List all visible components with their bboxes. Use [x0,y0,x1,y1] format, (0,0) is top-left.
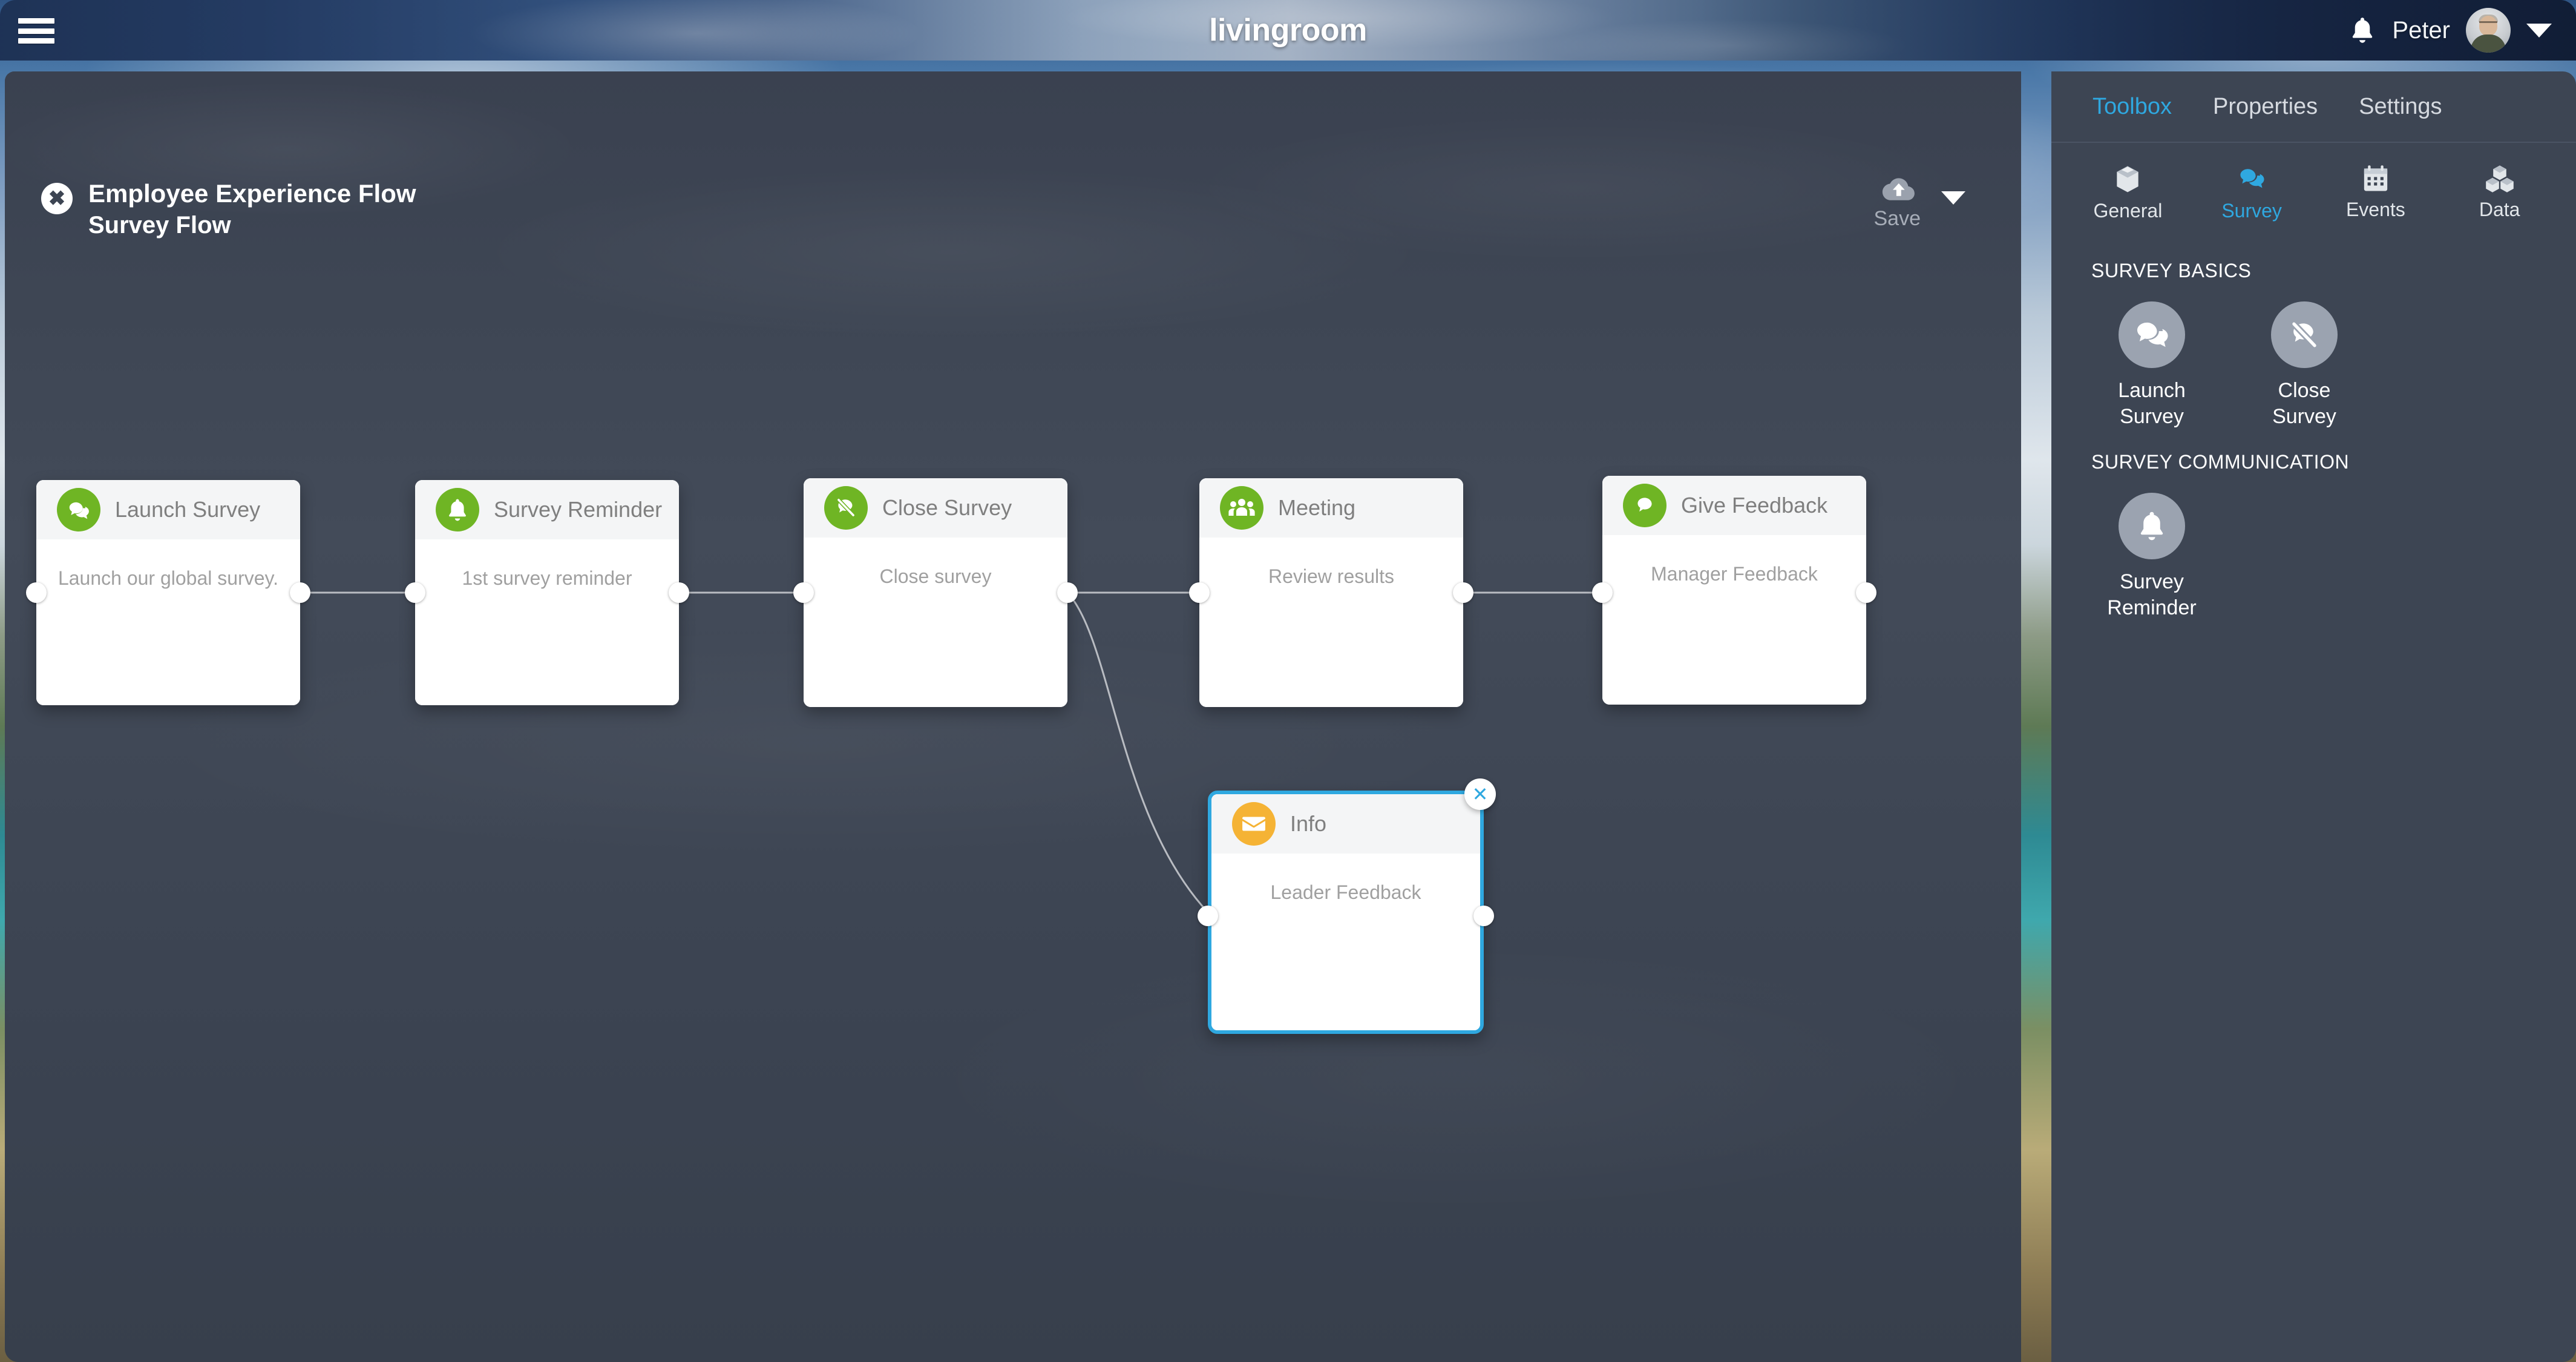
envelope-icon [1232,802,1276,846]
page-title: Employee Experience Flow [88,179,416,208]
subtab-label: Survey [2221,200,2282,222]
avatar[interactable] [2466,8,2511,53]
node-port-right[interactable] [1856,582,1876,603]
node-header: Give Feedback [1602,476,1866,535]
save-area: Save [1874,176,1965,231]
app-brand-title: livingroom [1209,13,1367,48]
node-header: Survey Reminder [415,480,679,539]
tool-label: Launch Survey [2118,379,2186,428]
tool-label: Close Survey [2272,379,2336,428]
bell-icon [2119,493,2185,559]
node-header: Launch Survey [36,480,300,539]
people-group-icon [1220,486,1263,530]
flow-node-info[interactable]: ✕ Info Leader Feedback [1198,778,1496,1034]
flow-node-close-survey[interactable]: Close Survey Close survey [793,478,1078,707]
node-port-right[interactable] [290,582,310,603]
node-header: Meeting [1199,478,1463,538]
bell-slash-icon [824,486,868,530]
tool-grid-survey-basics: Launch Survey Close Survey [2051,292,2576,429]
speech-bubbles-icon [2240,169,2264,188]
cloud-upload-icon [1883,178,1915,200]
save-label: Save [1873,207,1921,230]
speech-bubbles-icon [57,488,100,531]
flow-node-meeting[interactable]: Meeting Review results [1189,478,1473,707]
caret-down-icon[interactable] [1941,191,1965,205]
subtab-events[interactable]: Events [2315,165,2436,222]
section-title-survey-basics: SURVEY BASICS [2091,260,2252,281]
top-bar: livingroom Peter [0,0,2576,61]
page-subtitle: Survey Flow [88,212,231,239]
node-description: Close survey [879,565,992,587]
section-title-survey-communication: SURVEY COMMUNICATION [2091,451,2350,473]
close-icon[interactable]: ✕ [1464,778,1496,810]
tool-launch-survey[interactable]: Launch Survey [2091,301,2212,429]
subtab-data[interactable]: Data [2439,165,2560,222]
sidebar-subtabs: General Survey Events Data [2051,143,2576,238]
node-port-right[interactable] [1057,582,1078,603]
node-title: Meeting [1278,495,1356,520]
calendar-icon [2364,165,2388,191]
connection-wires [300,591,1602,913]
node-description: Launch our global survey. [57,567,279,589]
node-port-left[interactable] [1189,582,1210,603]
tab-toolbox[interactable]: Toolbox [2072,94,2192,120]
node-header: Close Survey [804,478,1067,538]
node-header: Info [1211,794,1480,854]
sidebar-tabs: Toolbox Properties Settings [2051,71,2576,143]
bell-slash-icon [2271,301,2338,368]
node-description: Leader Feedback [1270,881,1421,903]
node-title: Survey Reminder [494,497,663,522]
subtab-survey[interactable]: Survey [2191,165,2312,222]
node-title: Give Feedback [1681,493,1828,518]
tab-settings[interactable]: Settings [2338,94,2462,120]
flow-header: ✖ Employee Experience Flow Survey Flow [41,179,416,239]
tool-close-survey[interactable]: Close Survey [2244,301,2365,429]
node-title: Close Survey [882,495,1012,520]
speech-bubble-icon [1623,484,1667,527]
flow-node-survey-reminder[interactable]: Survey Reminder 1st survey reminder [405,480,689,705]
user-name-label: Peter [2392,16,2450,44]
flow-node-launch-survey[interactable]: Launch Survey Launch our global survey. [26,480,310,705]
close-circle-icon[interactable]: ✖ [41,183,73,214]
save-button[interactable]: Save [1874,176,1921,231]
subtab-label: General [2093,200,2163,222]
tool-survey-reminder[interactable]: Survey Reminder [2091,493,2212,620]
node-port-right[interactable] [1453,582,1473,603]
user-area: Peter [2348,0,2552,61]
node-port-left[interactable] [793,582,814,603]
node-port-left[interactable] [405,582,425,603]
node-port-right[interactable] [1473,906,1494,926]
tool-label: Survey Reminder [2107,570,2197,619]
node-description: Review results [1268,565,1395,587]
flow-node-give-feedback[interactable]: Give Feedback Manager Feedback [1592,476,1876,705]
cube-icon [2117,166,2139,192]
subtab-general[interactable]: General [2067,165,2188,222]
node-port-left[interactable] [1592,582,1613,603]
caret-down-icon[interactable] [2526,23,2552,38]
node-title: Launch Survey [115,497,261,522]
blocks-icon [2485,165,2514,192]
tab-properties[interactable]: Properties [2192,94,2338,120]
tool-grid-survey-communication: Survey Reminder [2051,483,2576,620]
node-port-left[interactable] [26,582,47,603]
flow-canvas[interactable]: ✖ Employee Experience Flow Survey Flow S… [5,71,2021,1362]
node-port-left[interactable] [1198,906,1218,926]
bell-icon[interactable] [2348,15,2376,46]
node-description: Manager Feedback [1651,563,1818,585]
node-port-right[interactable] [669,582,689,603]
bell-icon [436,488,479,531]
node-title: Info [1290,811,1327,836]
node-description: 1st survey reminder [462,567,632,589]
subtab-label: Events [2345,199,2405,220]
speech-bubbles-icon [2119,301,2185,368]
right-sidebar: Toolbox Properties Settings General Surv… [2051,71,2576,1362]
subtab-label: Data [2479,199,2520,220]
